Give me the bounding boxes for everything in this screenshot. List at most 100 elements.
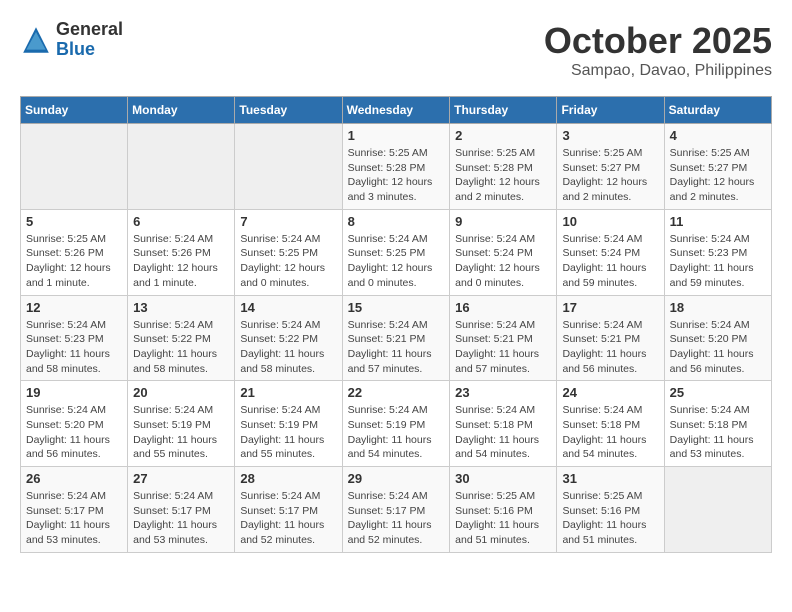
day-info: Sunrise: 5:24 AM Sunset: 5:21 PM Dayligh… — [348, 318, 445, 377]
calendar-cell: 19 Sunrise: 5:24 AM Sunset: 5:20 PM Dayli… — [21, 381, 128, 467]
calendar-week-3: 12 Sunrise: 5:24 AM Sunset: 5:23 PM Dayli… — [21, 295, 772, 381]
day-number: 11 — [670, 214, 766, 229]
day-number: 31 — [562, 471, 658, 486]
day-info: Sunrise: 5:25 AM Sunset: 5:26 PM Dayligh… — [26, 232, 122, 291]
day-info: Sunrise: 5:24 AM Sunset: 5:17 PM Dayligh… — [133, 489, 229, 548]
day-info: Sunrise: 5:25 AM Sunset: 5:28 PM Dayligh… — [348, 146, 445, 205]
day-info: Sunrise: 5:24 AM Sunset: 5:18 PM Dayligh… — [455, 403, 551, 462]
day-number: 4 — [670, 128, 766, 143]
calendar-cell: 3Sunrise: 5:25 AM Sunset: 5:27 PM Daylig… — [557, 124, 664, 210]
day-info: Sunrise: 5:24 AM Sunset: 5:21 PM Dayligh… — [562, 318, 658, 377]
calendar-table: SundayMondayTuesdayWednesdayThursdayFrid… — [20, 96, 772, 553]
day-number: 15 — [348, 300, 445, 315]
logo: General Blue — [20, 20, 123, 60]
day-info: Sunrise: 5:24 AM Sunset: 5:20 PM Dayligh… — [670, 318, 766, 377]
weekday-header-thursday: Thursday — [450, 97, 557, 124]
day-number: 30 — [455, 471, 551, 486]
day-number: 21 — [240, 385, 336, 400]
day-number: 24 — [562, 385, 658, 400]
day-info: Sunrise: 5:24 AM Sunset: 5:19 PM Dayligh… — [240, 403, 336, 462]
day-info: Sunrise: 5:25 AM Sunset: 5:28 PM Dayligh… — [455, 146, 551, 205]
calendar-cell: 13Sunrise: 5:24 AM Sunset: 5:22 PM Dayli… — [128, 295, 235, 381]
day-info: Sunrise: 5:24 AM Sunset: 5:25 PM Dayligh… — [348, 232, 445, 291]
day-number: 14 — [240, 300, 336, 315]
day-number: 12 — [26, 300, 122, 315]
calendar-cell: 25 Sunrise: 5:24 AM Sunset: 5:18 PM Dayli… — [664, 381, 771, 467]
day-info: Sunrise: 5:24 AM Sunset: 5:20 PM Dayligh… — [26, 403, 122, 462]
day-number: 18 — [670, 300, 766, 315]
day-number: 25 — [670, 385, 766, 400]
day-info: Sunrise: 5:25 AM Sunset: 5:27 PM Dayligh… — [670, 146, 766, 205]
day-info: Sunrise: 5:24 AM Sunset: 5:19 PM Dayligh… — [348, 403, 445, 462]
day-info: Sunrise: 5:24 AM Sunset: 5:22 PM Dayligh… — [240, 318, 336, 377]
calendar-cell: 7Sunrise: 5:24 AM Sunset: 5:25 PM Daylig… — [235, 209, 342, 295]
day-info: Sunrise: 5:24 AM Sunset: 5:18 PM Dayligh… — [562, 403, 658, 462]
calendar-cell: 28 Sunrise: 5:24 AM Sunset: 5:17 PM Dayli… — [235, 467, 342, 553]
calendar-cell: 16Sunrise: 5:24 AM Sunset: 5:21 PM Dayli… — [450, 295, 557, 381]
calendar-cell: 11Sunrise: 5:24 AM Sunset: 5:23 PM Dayli… — [664, 209, 771, 295]
weekday-header-tuesday: Tuesday — [235, 97, 342, 124]
day-number: 17 — [562, 300, 658, 315]
calendar-cell: 27Sunrise: 5:24 AM Sunset: 5:17 PM Dayli… — [128, 467, 235, 553]
calendar-cell: 2 Sunrise: 5:25 AM Sunset: 5:28 PM Daylig… — [450, 124, 557, 210]
calendar-cell: 9Sunrise: 5:24 AM Sunset: 5:24 PM Daylig… — [450, 209, 557, 295]
calendar-cell: 1Sunrise: 5:25 AM Sunset: 5:28 PM Daylig… — [342, 124, 450, 210]
day-number: 22 — [348, 385, 445, 400]
weekday-header-sunday: Sunday — [21, 97, 128, 124]
location-text: Sampao, Davao, Philippines — [544, 62, 772, 80]
day-info: Sunrise: 5:24 AM Sunset: 5:18 PM Dayligh… — [670, 403, 766, 462]
day-info: Sunrise: 5:24 AM Sunset: 5:22 PM Dayligh… — [133, 318, 229, 377]
logo-blue-text: Blue — [56, 40, 123, 60]
calendar-cell: 22 Sunrise: 5:24 AM Sunset: 5:19 PM Dayli… — [342, 381, 450, 467]
calendar-week-2: 5 Sunrise: 5:25 AM Sunset: 5:26 PM Daylig… — [21, 209, 772, 295]
calendar-cell: 5 Sunrise: 5:25 AM Sunset: 5:26 PM Daylig… — [21, 209, 128, 295]
calendar-cell — [664, 467, 771, 553]
day-number: 19 — [26, 385, 122, 400]
day-info: Sunrise: 5:24 AM Sunset: 5:17 PM Dayligh… — [348, 489, 445, 548]
day-info: Sunrise: 5:24 AM Sunset: 5:24 PM Dayligh… — [455, 232, 551, 291]
calendar-body: 1Sunrise: 5:25 AM Sunset: 5:28 PM Daylig… — [21, 124, 772, 553]
day-info: Sunrise: 5:24 AM Sunset: 5:25 PM Dayligh… — [240, 232, 336, 291]
day-number: 10 — [562, 214, 658, 229]
logo-general-text: General — [56, 20, 123, 40]
weekday-row: SundayMondayTuesdayWednesdayThursdayFrid… — [21, 97, 772, 124]
day-info: Sunrise: 5:24 AM Sunset: 5:21 PM Dayligh… — [455, 318, 551, 377]
day-info: Sunrise: 5:24 AM Sunset: 5:23 PM Dayligh… — [26, 318, 122, 377]
calendar-cell: 14 Sunrise: 5:24 AM Sunset: 5:22 PM Dayli… — [235, 295, 342, 381]
calendar-cell: 4 Sunrise: 5:25 AM Sunset: 5:27 PM Daylig… — [664, 124, 771, 210]
calendar-cell — [128, 124, 235, 210]
calendar-week-5: 26 Sunrise: 5:24 AM Sunset: 5:17 PM Dayli… — [21, 467, 772, 553]
weekday-header-monday: Monday — [128, 97, 235, 124]
calendar-cell: 8Sunrise: 5:24 AM Sunset: 5:25 PM Daylig… — [342, 209, 450, 295]
calendar-week-4: 19 Sunrise: 5:24 AM Sunset: 5:20 PM Dayli… — [21, 381, 772, 467]
calendar-cell: 29 Sunrise: 5:24 AM Sunset: 5:17 PM Dayli… — [342, 467, 450, 553]
day-info: Sunrise: 5:24 AM Sunset: 5:17 PM Dayligh… — [26, 489, 122, 548]
day-number: 2 — [455, 128, 551, 143]
calendar-cell — [235, 124, 342, 210]
calendar-cell: 10Sunrise: 5:24 AM Sunset: 5:24 PM Dayli… — [557, 209, 664, 295]
day-info: Sunrise: 5:24 AM Sunset: 5:19 PM Dayligh… — [133, 403, 229, 462]
calendar-cell: 24 Sunrise: 5:24 AM Sunset: 5:18 PM Dayli… — [557, 381, 664, 467]
day-info: Sunrise: 5:25 AM Sunset: 5:16 PM Dayligh… — [562, 489, 658, 548]
calendar-cell: 30 Sunrise: 5:25 AM Sunset: 5:16 PM Dayli… — [450, 467, 557, 553]
day-number: 29 — [348, 471, 445, 486]
calendar-cell: 31 Sunrise: 5:25 AM Sunset: 5:16 PM Dayli… — [557, 467, 664, 553]
day-info: Sunrise: 5:25 AM Sunset: 5:27 PM Dayligh… — [562, 146, 658, 205]
day-number: 26 — [26, 471, 122, 486]
day-number: 23 — [455, 385, 551, 400]
day-info: Sunrise: 5:24 AM Sunset: 5:17 PM Dayligh… — [240, 489, 336, 548]
day-number: 20 — [133, 385, 229, 400]
weekday-header-saturday: Saturday — [664, 97, 771, 124]
title-block: October 2025 Sampao, Davao, Philippines — [544, 20, 772, 80]
calendar-week-1: 1Sunrise: 5:25 AM Sunset: 5:28 PM Daylig… — [21, 124, 772, 210]
weekday-header-wednesday: Wednesday — [342, 97, 450, 124]
month-title: October 2025 — [544, 20, 772, 62]
day-number: 5 — [26, 214, 122, 229]
calendar-cell — [21, 124, 128, 210]
day-info: Sunrise: 5:25 AM Sunset: 5:16 PM Dayligh… — [455, 489, 551, 548]
day-number: 28 — [240, 471, 336, 486]
logo-icon — [20, 24, 52, 56]
calendar-cell: 26 Sunrise: 5:24 AM Sunset: 5:17 PM Dayli… — [21, 467, 128, 553]
calendar-header: SundayMondayTuesdayWednesdayThursdayFrid… — [21, 97, 772, 124]
calendar-cell: 17 Sunrise: 5:24 AM Sunset: 5:21 PM Dayli… — [557, 295, 664, 381]
